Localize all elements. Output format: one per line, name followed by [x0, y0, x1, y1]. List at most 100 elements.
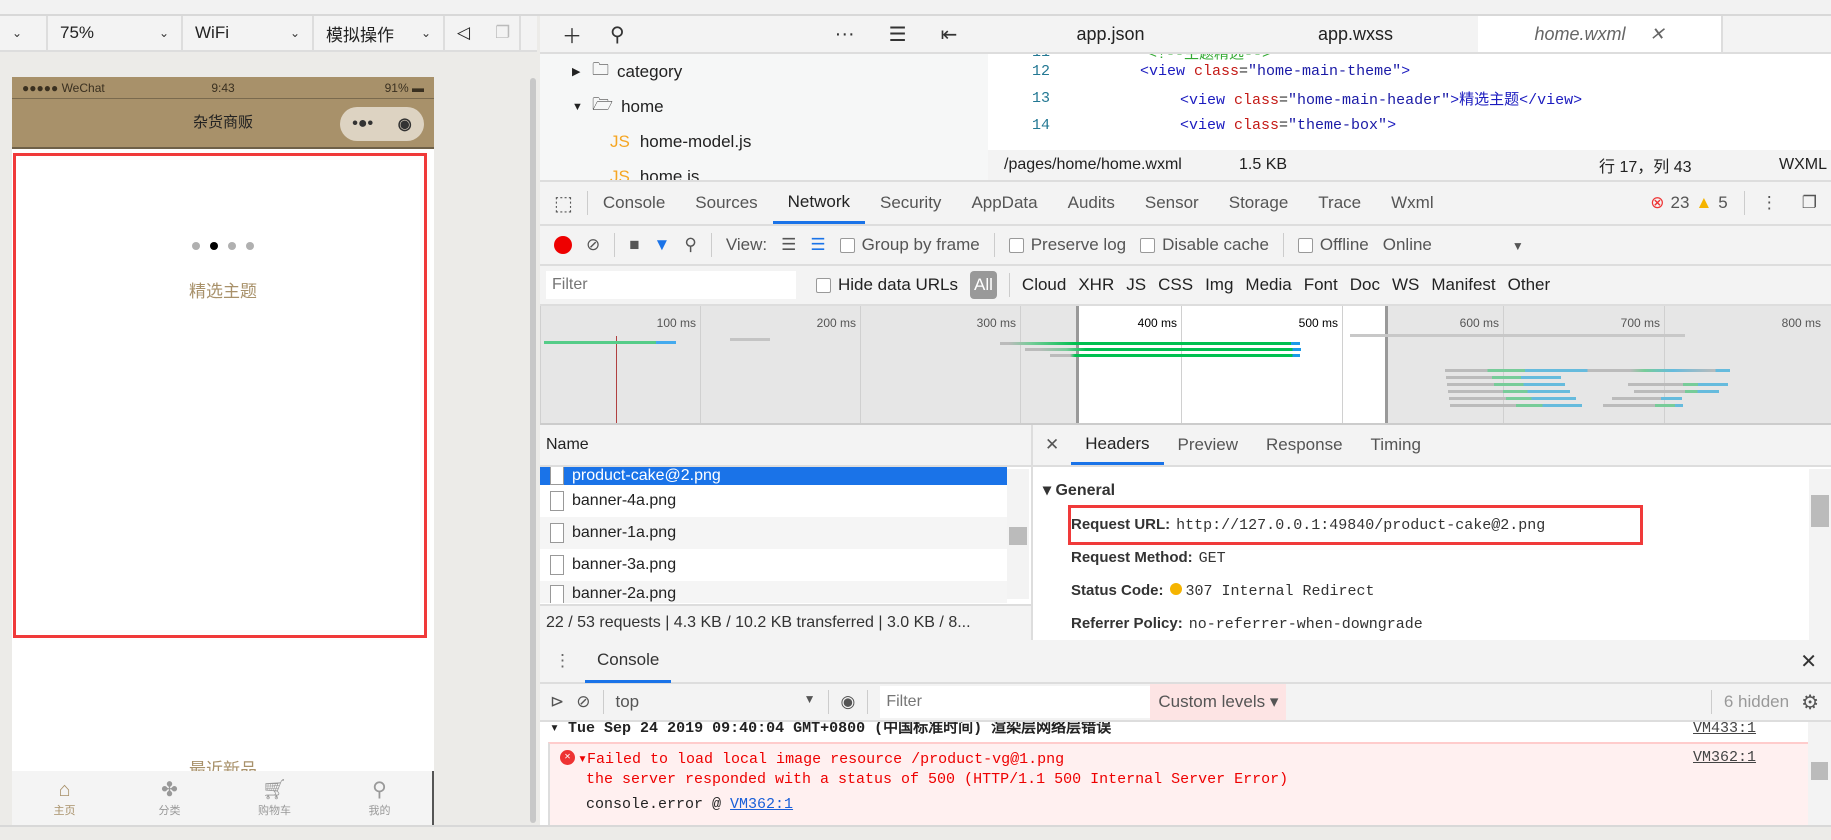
kebab-menu-icon[interactable]: ⋮ — [1761, 193, 1778, 213]
device-select[interactable]: ⌄ — [0, 16, 48, 50]
sidebar-toggle-icon[interactable]: ⊳ — [550, 692, 564, 712]
popout-button[interactable]: ❐ — [483, 16, 521, 50]
code-editor[interactable]: 11<!--主题精选--> 12<view class="home-main-t… — [988, 54, 1831, 150]
sound-button[interactable]: ◁ — [445, 16, 483, 50]
collapse-icon[interactable]: ☰ — [889, 22, 907, 47]
type-ws[interactable]: WS — [1392, 275, 1419, 295]
group-by-frame-checkbox[interactable]: Group by frame — [839, 235, 980, 255]
tree-folder-category[interactable]: ▶ 🗀 category — [540, 54, 988, 89]
tab-cart[interactable]: 🛒︎ 购物车 — [222, 771, 327, 825]
type-js[interactable]: JS — [1126, 275, 1146, 295]
language-mode[interactable]: WXML — [1779, 156, 1827, 174]
type-css[interactable]: CSS — [1158, 275, 1193, 295]
camera-icon[interactable]: ■ — [629, 235, 639, 255]
request-list-scrollbar[interactable] — [1007, 469, 1029, 599]
error-count[interactable]: 23 — [1671, 193, 1690, 213]
list-view-icon[interactable]: ☰ — [781, 235, 796, 255]
offline-checkbox[interactable]: Offline — [1297, 235, 1369, 255]
network-timeline[interactable]: 100 ms 200 ms 300 ms 400 ms 500 ms 600 m… — [540, 306, 1831, 425]
source-link[interactable]: VM433:1 — [1693, 722, 1756, 736]
clear-console-icon[interactable]: ⊘ — [576, 692, 590, 712]
carousel-dot[interactable] — [228, 242, 236, 250]
type-cloud[interactable]: Cloud — [1022, 275, 1066, 295]
context-select[interactable]: top ▼ — [616, 692, 816, 712]
throttle-select[interactable]: Online ▼ — [1383, 235, 1524, 255]
hide-data-urls-checkbox[interactable]: Hide data URLs — [816, 275, 958, 295]
carousel-dot[interactable] — [246, 242, 254, 250]
tree-file[interactable]: JS home-model.js — [540, 124, 988, 159]
type-all[interactable]: All — [970, 271, 997, 299]
tab-preview[interactable]: Preview — [1164, 425, 1252, 465]
tab-category[interactable]: ✤ 分类 — [117, 771, 222, 825]
type-doc[interactable]: Doc — [1350, 275, 1380, 295]
more-icon[interactable]: ··· — [835, 23, 855, 46]
tab-wxml[interactable]: Wxml — [1376, 182, 1448, 224]
error-text-line1[interactable]: ▾Failed to load local image resource /pr… — [578, 749, 1064, 768]
log-levels-select[interactable]: Custom levels ▾ — [1150, 684, 1287, 720]
disable-cache-checkbox[interactable]: Disable cache — [1140, 235, 1269, 255]
tab-sensor[interactable]: Sensor — [1130, 182, 1214, 224]
inspect-icon[interactable]: ⬚ — [540, 191, 587, 216]
source-link[interactable]: VM362:1 — [1693, 749, 1756, 766]
carousel-dot[interactable] — [192, 242, 200, 250]
search-icon[interactable]: ⚲ — [610, 22, 625, 47]
preserve-log-checkbox[interactable]: Preserve log — [1008, 235, 1126, 255]
request-row[interactable]: banner-3a.png — [540, 549, 1007, 581]
close-drawer-icon[interactable]: ✕ — [1800, 649, 1831, 674]
console-group-header[interactable]: ▾ Tue Sep 24 2019 09:40:04 GMT+0800 (中国标… — [550, 722, 1111, 742]
type-manifest[interactable]: Manifest — [1431, 275, 1495, 295]
tab-home[interactable]: ⌂ 主页 — [12, 771, 117, 825]
type-media[interactable]: Media — [1245, 275, 1291, 295]
tab-console[interactable]: Console — [588, 182, 680, 224]
close-details-icon[interactable]: ✕ — [1033, 435, 1071, 455]
split-icon[interactable]: ⇤ — [941, 22, 958, 47]
type-xhr[interactable]: XHR — [1078, 275, 1114, 295]
tab-response[interactable]: Response — [1252, 425, 1357, 465]
tab-console-drawer[interactable]: Console — [585, 640, 672, 683]
network-filter-input[interactable] — [546, 271, 796, 299]
request-row[interactable]: banner-1a.png — [540, 517, 1007, 549]
tab-security[interactable]: Security — [865, 182, 956, 224]
more-icon[interactable]: •●• — [352, 115, 373, 133]
general-section-toggle[interactable]: ▾ General — [1043, 480, 1115, 500]
warning-count[interactable]: 5 — [1718, 193, 1727, 213]
request-row-selected[interactable]: product-cake@2.png — [540, 467, 1007, 485]
drawer-menu-icon[interactable]: ⋮ — [540, 651, 585, 671]
details-scrollbar[interactable] — [1809, 469, 1831, 640]
clear-icon[interactable]: ⊘ — [586, 235, 600, 255]
close-mini-icon[interactable]: ◉ — [398, 114, 412, 134]
tab-storage[interactable]: Storage — [1214, 182, 1304, 224]
tab-trace[interactable]: Trace — [1303, 182, 1376, 224]
console-filter-input[interactable] — [880, 686, 1151, 718]
tab-headers[interactable]: Headers — [1071, 425, 1164, 465]
request-row[interactable]: banner-4a.png — [540, 485, 1007, 517]
waterfall-view-icon[interactable]: ☰ — [810, 235, 825, 255]
name-column-header[interactable]: Name — [540, 425, 1031, 467]
tab-app-wxss[interactable]: app.wxss — [1233, 16, 1478, 52]
filter-icon[interactable]: ▼ — [654, 235, 671, 255]
request-row[interactable]: banner-2a.png — [540, 581, 1007, 603]
dock-icon[interactable]: ❐ — [1802, 193, 1817, 213]
tab-audits[interactable]: Audits — [1053, 182, 1130, 224]
search-icon[interactable]: ⚲ — [684, 235, 696, 255]
network-select[interactable]: WiFi ⌄ — [183, 16, 314, 50]
carousel-dot-active[interactable] — [210, 242, 218, 250]
tab-timing[interactable]: Timing — [1357, 425, 1435, 465]
operation-select[interactable]: 模拟操作 ⌄ — [314, 16, 445, 50]
tab-sources[interactable]: Sources — [680, 182, 772, 224]
tab-appdata[interactable]: AppData — [956, 182, 1052, 224]
type-font[interactable]: Font — [1304, 275, 1338, 295]
zoom-select[interactable]: 75% ⌄ — [48, 16, 183, 50]
close-icon[interactable]: ✕ — [1649, 24, 1664, 45]
record-icon[interactable] — [554, 236, 572, 254]
settings-gear-icon[interactable]: ⚙ — [1801, 690, 1831, 715]
eye-icon[interactable]: ◉ — [841, 692, 856, 712]
type-other[interactable]: Other — [1508, 275, 1551, 295]
add-icon[interactable]: ＋ — [562, 20, 582, 49]
tab-home-wxml[interactable]: home.wxml ✕ — [1478, 16, 1723, 52]
stack-link[interactable]: VM362:1 — [730, 796, 793, 813]
tree-folder-home[interactable]: ▼ 🗁 home — [540, 89, 988, 124]
tab-app-json[interactable]: app.json — [988, 16, 1233, 52]
console-scrollbar[interactable] — [1808, 722, 1831, 825]
tab-mine[interactable]: ⚲ 我的 — [327, 771, 432, 825]
